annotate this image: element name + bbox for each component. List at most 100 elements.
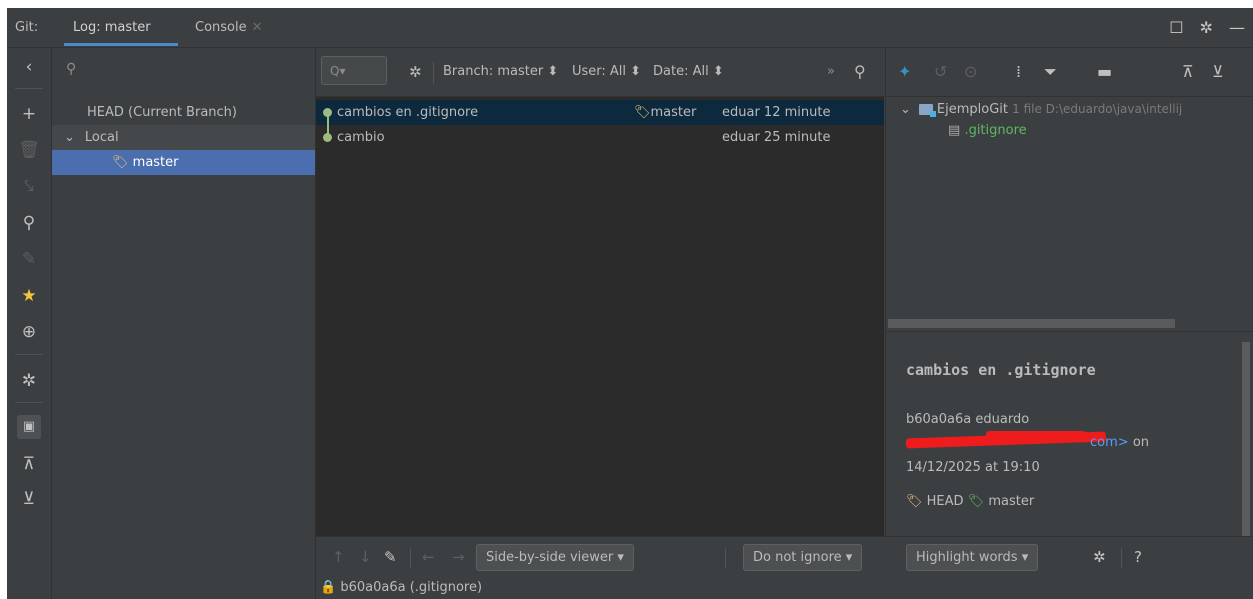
graph-node: [323, 133, 332, 142]
minimize-icon[interactable]: —: [1229, 18, 1245, 37]
date-filter-dropdown[interactable]: Date: All ⬍: [653, 48, 724, 96]
horizontal-scrollbar[interactable]: [888, 319, 1175, 328]
more-icon[interactable]: »: [827, 48, 835, 96]
delete-icon[interactable]: 🗑: [7, 135, 51, 165]
details-date: 14/12/2025 at 19:10: [906, 460, 1040, 475]
search-icon[interactable]: ⚲: [7, 208, 51, 238]
arrow-down-icon[interactable]: ↓: [359, 537, 372, 578]
toolbar-separator: [725, 548, 726, 568]
highlight-select[interactable]: Highlight words ▾: [906, 544, 1039, 571]
branch-filter-dropdown[interactable]: Branch: master ⬍: [443, 48, 558, 96]
group-icon[interactable]: ⁞: [1016, 48, 1021, 96]
history-icon[interactable]: ⊙: [964, 48, 977, 96]
branch-head-label: HEAD (Current Branch): [87, 105, 237, 120]
edit-icon[interactable]: ✎: [7, 244, 51, 274]
toolbar-separator: [15, 402, 43, 403]
edit-icon[interactable]: ✎: [384, 537, 397, 578]
commit-refs: 🏷master: [634, 100, 696, 125]
tag-icon: 🏷: [906, 494, 923, 509]
log-filter-input[interactable]: Q▾: [321, 56, 387, 85]
tool-window-tab-bar: Git: Log: master Console ✕ ☐ ✲ —: [7, 8, 1253, 48]
filter-placeholder: Q: [330, 64, 340, 78]
diff-icon[interactable]: ✦: [898, 48, 911, 96]
details-on: on: [1132, 435, 1150, 450]
commit-subject: cambios en .gitignore: [337, 105, 479, 120]
branch-head-row[interactable]: HEAD (Current Branch): [52, 100, 315, 125]
gear-icon[interactable]: ✲: [1200, 18, 1213, 37]
group-by-directory-icon[interactable]: ▣: [7, 412, 51, 442]
window-controls: ☐ ✲ —: [1169, 8, 1245, 47]
file-label: .gitignore: [964, 123, 1027, 138]
search-icon[interactable]: ⚲: [66, 61, 76, 77]
revert-icon[interactable]: ↺: [934, 48, 947, 96]
navigate-icon[interactable]: ⊕: [7, 317, 51, 347]
help-button[interactable]: ?: [1134, 537, 1142, 578]
add-branch-icon[interactable]: +: [7, 99, 51, 129]
viewer-select[interactable]: Side-by-side viewer ▾: [476, 544, 634, 571]
email-link[interactable]: com>: [1090, 435, 1129, 450]
date-filter-label: Date: All: [653, 64, 709, 79]
commit-message-details: cambios en .gitignore b60a0a6a eduardo c…: [906, 331, 1236, 536]
commit-details-panel: ✦ ↺ ⊙ ⁞ ⏷ ▬ ⊼ ⊻ ⌄ EjemploGit 1 file D:\ed…: [885, 48, 1253, 536]
collapse-all-icon[interactable]: ⊻: [7, 484, 51, 514]
commit-ref-label: master: [650, 105, 697, 120]
tab-console[interactable]: Console ✕: [195, 8, 263, 47]
root-meta: 1 file D:\eduardo\java\intellij: [1012, 102, 1183, 116]
favorite-star-icon[interactable]: ★: [7, 281, 51, 311]
commit-row[interactable]: cambio eduar 25 minute: [316, 125, 884, 150]
gear-icon[interactable]: ✲: [1093, 537, 1106, 578]
close-icon[interactable]: ✕: [252, 20, 263, 35]
commit-subject: cambio: [337, 130, 385, 145]
branch-group-local[interactable]: ⌄ Local: [52, 125, 315, 150]
diff-status-bar: 🔒 b60a0a6a (.gitignore): [316, 577, 1253, 599]
user-filter-label: User: All: [572, 64, 627, 79]
branch-group-label: Local: [84, 130, 119, 145]
expand-all-icon[interactable]: ⊼: [1182, 48, 1194, 96]
arrow-left-icon[interactable]: ←: [422, 537, 435, 578]
redaction-mark: [986, 431, 1086, 439]
filter-icon[interactable]: ⏷: [1044, 48, 1057, 96]
ignore-label: Do not ignore: [753, 550, 842, 565]
tab-console-label: Console: [195, 20, 247, 35]
changes-root-node[interactable]: ⌄ EjemploGit 1 file D:\eduardo\java\intel…: [900, 98, 1182, 120]
diff-toolbar: ↑ ↓ ✎ ← → Side-by-side viewer ▾ Do not i…: [316, 536, 1253, 578]
collapse-all-icon[interactable]: ⊻: [1212, 48, 1224, 96]
toolbar-separator: [433, 62, 434, 84]
branches-panel: ⚲ HEAD (Current Branch) ⌄ Local 🏷 master: [52, 48, 316, 599]
viewer-label: Side-by-side viewer: [486, 550, 614, 565]
changed-file-node[interactable]: ▤ .gitignore: [948, 120, 1027, 142]
commit-author-time: eduar 12 minute: [722, 105, 831, 120]
ref-head-label: HEAD: [926, 494, 964, 509]
toolbar-separator: [15, 354, 43, 355]
chevron-down-icon[interactable]: ⌄: [64, 130, 75, 145]
collapse-left-icon[interactable]: ‹: [7, 52, 51, 82]
search-icon[interactable]: ⚲: [854, 48, 866, 96]
active-tab-indicator: [64, 43, 178, 46]
layout-icon[interactable]: ☐: [1169, 18, 1183, 37]
tag-icon: 🏷: [112, 155, 129, 170]
gear-icon[interactable]: ✲: [409, 48, 422, 96]
tag-icon: 🏷: [967, 494, 985, 509]
toolbar-separator: [410, 548, 411, 568]
settings-icon[interactable]: ✲: [7, 366, 51, 396]
tab-log-master[interactable]: Log: master: [73, 8, 151, 47]
branch-master-row[interactable]: 🏷 master: [52, 150, 315, 175]
user-filter-dropdown[interactable]: User: All ⬍: [572, 48, 641, 96]
arrow-up-icon[interactable]: ↑: [332, 537, 345, 578]
commit-row[interactable]: cambios en .gitignore 🏷master eduar 12 m…: [316, 100, 884, 125]
chevron-down-icon[interactable]: ⌄: [900, 102, 911, 117]
expand-all-icon[interactable]: ⊼: [7, 449, 51, 479]
details-hash-author: b60a0a6a eduardo: [906, 412, 1030, 427]
arrow-right-icon[interactable]: →: [452, 537, 465, 578]
highlight-label: Highlight words: [916, 550, 1018, 565]
branch-master-label: master: [132, 155, 179, 170]
commit-author-time: eduar 25 minute: [722, 130, 831, 145]
ignore-select[interactable]: Do not ignore ▾: [743, 544, 863, 571]
layout-icon[interactable]: ▬: [1097, 48, 1112, 96]
fetch-icon[interactable]: ⤥: [7, 171, 51, 201]
vertical-scrollbar[interactable]: [1242, 342, 1250, 536]
folder-icon: [918, 104, 936, 117]
log-toolbar: Q▾ ✲ Branch: master ⬍ User: All ⬍ Date: …: [316, 48, 884, 97]
details-subject: cambios en .gitignore: [906, 361, 1096, 379]
details-email-line: com> on: [1090, 435, 1149, 450]
